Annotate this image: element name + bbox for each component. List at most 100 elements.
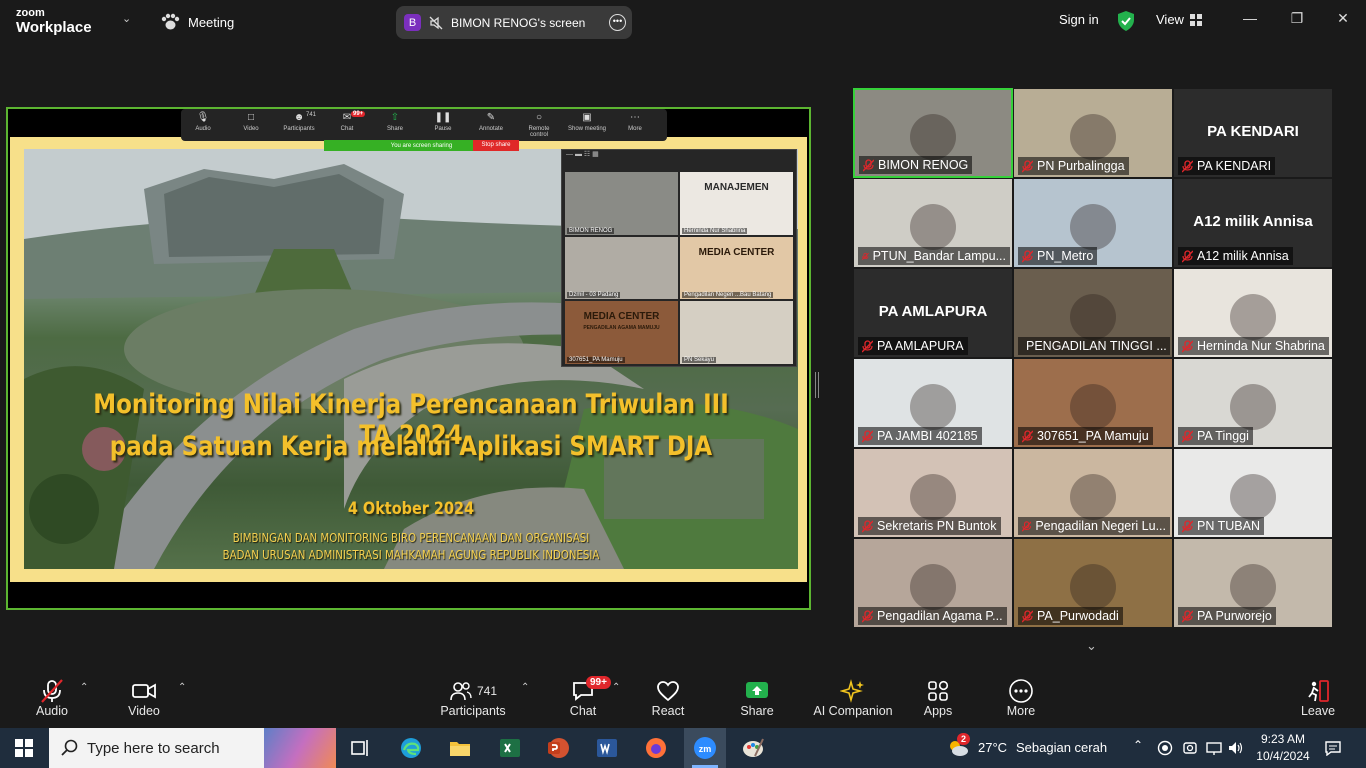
network-icon[interactable]: [1206, 740, 1222, 756]
security-shield-icon[interactable]: [1116, 10, 1136, 32]
mic-muted-icon: [1182, 159, 1193, 172]
tray-overflow-icon[interactable]: ⌃: [1133, 738, 1143, 752]
sign-in-link[interactable]: Sign in: [1059, 12, 1099, 27]
mini-toolbar-chat-button[interactable]: ✉ Chat 99+: [327, 111, 367, 132]
chat-options-caret[interactable]: ⌃: [612, 682, 620, 693]
participant-tile[interactable]: PN TUBAN: [1173, 448, 1333, 538]
more-label: More: [1006, 704, 1036, 718]
participant-tile[interactable]: BIMON RENOG: [853, 88, 1013, 178]
mini-toolbar-annotate-button[interactable]: ✎ Annotate: [471, 112, 511, 132]
mini-toolbar-share-button[interactable]: ⇧ Share: [375, 112, 415, 132]
mini-gallery-tile[interactable]: BIMON RENOG: [565, 172, 678, 235]
video-options-caret[interactable]: ⌃: [178, 682, 186, 693]
share-button[interactable]: Share: [737, 678, 777, 718]
screen-share-indicator[interactable]: B BIMON RENOG's screen •••: [396, 6, 632, 39]
participant-tile[interactable]: PA KENDARI PA KENDARI: [1173, 88, 1333, 178]
participant-tile[interactable]: PA JAMBI 402185: [853, 358, 1013, 448]
participants-button[interactable]: 741 Participants: [438, 678, 508, 718]
mini-gallery-tile[interactable]: Dzmil - 03 Padang: [565, 236, 678, 300]
participant-silhouette: [1230, 383, 1276, 430]
powerpoint-icon[interactable]: [546, 736, 570, 760]
stop-share-button[interactable]: Stop share: [473, 140, 519, 151]
chevron-down-icon[interactable]: ⌄: [122, 12, 134, 32]
participant-tile[interactable]: 307651_PA Mamuju: [1013, 358, 1173, 448]
minimize-icon[interactable]: —: [1240, 10, 1260, 30]
notification-icon[interactable]: [1325, 740, 1341, 756]
windows-start-icon[interactable]: [15, 739, 33, 757]
audio-button[interactable]: Audio: [32, 678, 72, 718]
mini-toolbar-participants-button[interactable]: ☻ Participants 741: [279, 112, 319, 132]
leave-button[interactable]: Leave: [1298, 678, 1338, 718]
participant-tile[interactable]: Pengadilan Negeri Lu...: [1013, 448, 1173, 538]
mini-tile-name: 307651_PA Mamuju: [567, 357, 625, 363]
participant-tile[interactable]: PN Purbalingga: [1013, 88, 1173, 178]
logo-top: zoom: [16, 7, 45, 19]
video-button[interactable]: Video: [124, 678, 164, 718]
participant-tile[interactable]: A12 milik Annisa A12 milik Annisa: [1173, 178, 1333, 268]
view-button[interactable]: View: [1156, 12, 1202, 27]
mini-gallery-controls[interactable]: — ▬ ☷ ▦: [562, 150, 796, 163]
video-camera-icon: [132, 683, 156, 699]
participant-name-label: Pengadilan Negeri Lu...: [1018, 517, 1170, 535]
firefox-icon[interactable]: [644, 736, 668, 760]
participant-name: PA_Purwodadi: [1037, 609, 1119, 623]
participant-tile[interactable]: Sekretaris PN Buntok: [853, 448, 1013, 538]
windows-taskbar: Type here to search zm 2 27°C Sebagian c…: [0, 728, 1366, 768]
participant-tile[interactable]: PENGADILAN TINGGI ...: [1013, 268, 1173, 358]
word-icon[interactable]: [595, 736, 619, 760]
taskbar-search-input[interactable]: Type here to search: [49, 728, 336, 768]
participant-tile[interactable]: PA Tinggi: [1173, 358, 1333, 448]
file-explorer-icon[interactable]: [448, 736, 472, 760]
participants-options-caret[interactable]: ⌃: [521, 682, 529, 693]
mini-gallery-tile[interactable]: MEDIA CENTER Pengadilan Negeri ...Bau Bat…: [680, 236, 793, 300]
meeting-menu-button[interactable]: Meeting: [160, 10, 234, 34]
participant-tile[interactable]: Pengadilan Agama P...: [853, 538, 1013, 628]
clock-date[interactable]: 10/4/2024: [1253, 749, 1313, 763]
participant-tile[interactable]: PA_Purwodadi: [1013, 538, 1173, 628]
weather-text[interactable]: Sebagian cerah: [1016, 740, 1107, 755]
task-view-icon[interactable]: [349, 736, 373, 760]
split-resize-handle[interactable]: [815, 372, 819, 398]
apps-button[interactable]: Apps: [920, 678, 956, 718]
react-button[interactable]: React: [646, 678, 690, 718]
mini-gallery-tile[interactable]: PN Sekayu: [680, 301, 793, 364]
more-options-icon[interactable]: •••: [609, 14, 626, 31]
mini-tile-name: Dzmil - 03 Padang: [567, 292, 621, 299]
mic-muted-icon: [1022, 429, 1033, 442]
temperature-text[interactable]: 27°C: [978, 740, 1007, 755]
mini-gallery-window[interactable]: — ▬ ☷ ▦ BIMON RENOG MANAJEMEN Herninda Nur…: [561, 149, 797, 367]
excel-icon[interactable]: [498, 736, 522, 760]
edge-icon[interactable]: [399, 736, 423, 760]
mini-toolbar-audio-button[interactable]: 🎙 Audio: [183, 112, 223, 132]
zoom-workplace-logo[interactable]: zoom Workplace: [16, 7, 116, 37]
participants-icon: [450, 682, 472, 701]
shared-screen[interactable]: Monitoring Nilai Kinerja Perencanaan Tri…: [6, 107, 811, 610]
close-icon[interactable]: ✕: [1333, 10, 1353, 30]
clock-time[interactable]: 9:23 AM: [1257, 732, 1309, 746]
participant-tile[interactable]: PA Purworejo: [1173, 538, 1333, 628]
camera-tray-icon[interactable]: [1182, 740, 1198, 756]
mini-gallery-tile[interactable]: MEDIA CENTER PENGADILAN AGAMA MAMUJU 30765…: [565, 301, 678, 364]
participant-tile[interactable]: Herninda Nur Shabrina: [1173, 268, 1333, 358]
mini-toolbar-remote-control-button[interactable]: ○ Remote control: [519, 112, 559, 138]
participant-name-label: PA_Purwodadi: [1018, 607, 1123, 625]
more-button[interactable]: More: [1002, 678, 1040, 718]
paint-icon[interactable]: [741, 736, 765, 760]
mini-gallery-tile[interactable]: MANAJEMEN Herninda Nur Shabrina: [680, 172, 793, 235]
search-highlight-image: [264, 728, 336, 768]
audio-options-caret[interactable]: ⌃: [80, 682, 88, 693]
gallery-next-page-icon[interactable]: ⌄: [1086, 638, 1102, 653]
mini-toolbar-video-button[interactable]: □ Video: [231, 112, 271, 132]
participant-tile[interactable]: PTUN_Bandar Lampu...: [853, 178, 1013, 268]
maximize-icon[interactable]: ❐: [1287, 10, 1307, 30]
record-icon[interactable]: [1157, 740, 1173, 756]
participant-tile[interactable]: PA AMLAPURA PA AMLAPURA: [853, 268, 1013, 358]
zoom-taskbar-active[interactable]: zm: [684, 728, 726, 768]
mini-toolbar-show-meeting-button[interactable]: ▣ Show meeting: [567, 112, 607, 132]
participant-name: Herninda Nur Shabrina: [1197, 339, 1325, 353]
volume-icon[interactable]: [1228, 740, 1244, 756]
ai-companion-button[interactable]: AI Companion: [812, 678, 894, 718]
participant-tile[interactable]: PN_Metro: [1013, 178, 1173, 268]
mini-toolbar-more-button[interactable]: ⋯ More: [615, 112, 655, 132]
mini-toolbar-pause-button[interactable]: ❚❚ Pause: [423, 112, 463, 132]
